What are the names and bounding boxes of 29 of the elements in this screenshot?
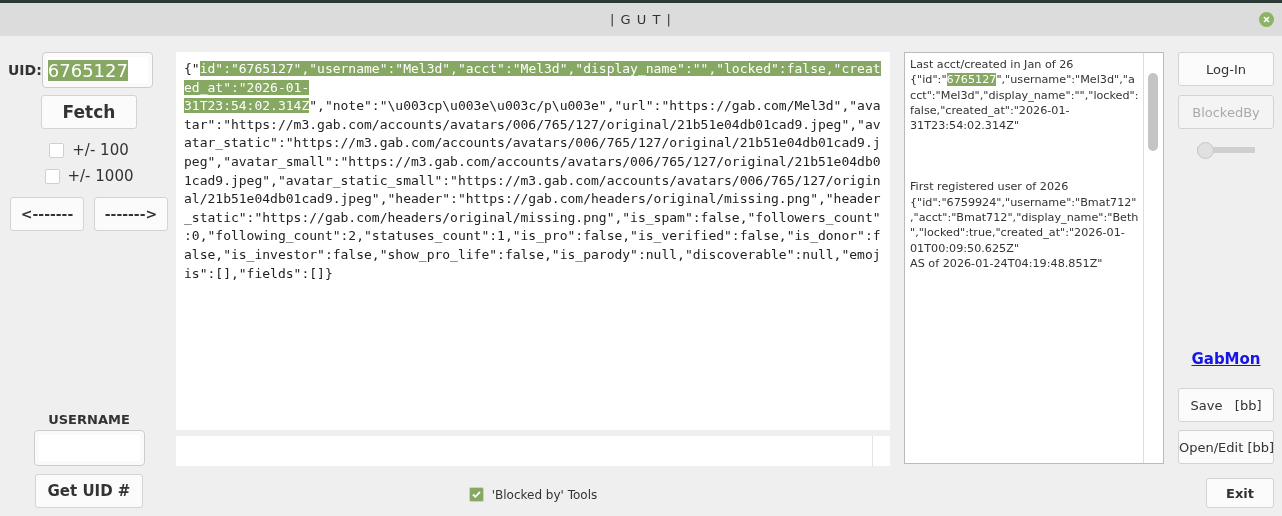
note-json-text: {"id":"6765127","username":"Mel3d","acct":"Mel3d","display_name":"","locked":false,"created_at":"2026-01-31T23:54:02.314Z" [910, 72, 1139, 134]
json-output-text: {"id":"6765127","username":"Mel3d","acct":"Mel3d","display_name":"","locked":false,"created_at":"2026-01-31T23:54:02.314Z","note":"\u003cp\u003e\u003c/p\u003e","url":"https://gab.com/Mel3d","avatar":"https://m3.gab.com/accounts/avatars/006/765/127/original/21b51e04db01cad9.jpeg","avatar_static":"https://m3.gab.com/accounts/avatars/006/765/127/original/21b51e04db01cad9.jpeg","avatar_small":"https://m3.gab.com/accounts/avatars/006/765/127/original/21b51e04db01cad9.jpeg","avatar_static_small":"https://m3.gab.com/accounts/avatars/006/765/127/original/21b51e04db01cad9.jpeg","header":"https://gab.com/headers/original/missing.png","header_static":"https://gab.com/headers/original/missing.png","is_spam":false,"followers_count":0,"following_count":2,"statuses_count":1,"is_pro":false,"is_verified":false,"is_donor":false,"is_investor":false,"show_pro_life":false,"is_parody":null,"discoverable":null,"emojis":[],"fields":[]} [176, 52, 890, 430]
note-footer: AS of 2026-01-24T04:19:48.851Z" [910, 255, 1139, 272]
open-edit-button[interactable]: Open/Edit [bb] [1178, 430, 1274, 464]
close-icon [1263, 16, 1270, 23]
note-heading: First registered user of 2026 [910, 179, 1070, 195]
note-heading: Last acct/created in Jan of 26 [910, 57, 1075, 73]
note-json-text: {"id":"6759924","username":"Bmat712","acct":"Bmat712","display_name":"Beth","locked":true,"created_at":"2026-01-01T00:09:50.625Z" [910, 194, 1139, 256]
login-button[interactable]: Log-In [1178, 52, 1274, 86]
range-checkbox[interactable] [49, 142, 65, 158]
close-button[interactable] [1259, 12, 1274, 27]
get-uid-button[interactable]: Get UID # [35, 474, 143, 508]
blocked-tools-label: 'Blocked by' Tools [491, 487, 598, 502]
username-field[interactable] [33, 430, 145, 466]
scrollbar-thumb[interactable] [1148, 73, 1158, 151]
check-icon [470, 489, 482, 500]
gabmon-link[interactable]: GabMon [1191, 350, 1261, 368]
previous-button[interactable]: <------- [10, 197, 84, 231]
fetch-button[interactable]: Fetch [41, 95, 137, 129]
range-checkbox[interactable] [44, 168, 60, 184]
save-button[interactable]: Save [bb] [1178, 388, 1274, 422]
next-button[interactable]: -------> [94, 197, 168, 231]
window-title: | G U T | [610, 12, 672, 27]
blocked-tools-checkbox[interactable] [468, 487, 484, 502]
range-label: +/- 1000 [67, 167, 134, 185]
exit-button[interactable]: Exit [1206, 478, 1274, 508]
uid-label: UID: [8, 62, 42, 78]
range-label: +/- 100 [72, 141, 129, 159]
username-label: USERNAME [48, 412, 130, 427]
